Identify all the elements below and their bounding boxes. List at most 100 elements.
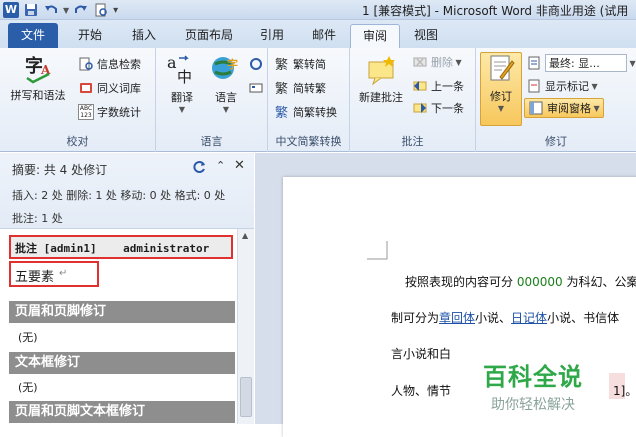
svg-text:中: 中 xyxy=(177,68,192,86)
print-preview-icon[interactable] xyxy=(93,2,109,18)
doc-line-3: 言小说和白 xyxy=(391,347,452,361)
display-for-review-dropdown[interactable]: 最终: 显... ▼ xyxy=(526,54,636,72)
thesaurus-button[interactable]: 同义词库 xyxy=(78,80,141,96)
tab-references[interactable]: 引用 xyxy=(250,24,294,48)
scroll-thumb[interactable] xyxy=(240,377,252,417)
refresh-icon[interactable] xyxy=(193,160,207,174)
group-tracking: 修订 ▼ 最终: 显... ▼ 显示标记 ▼ 审阅窗格 ▼ 修订 xyxy=(476,48,636,152)
research-label: 信息检索 xyxy=(97,58,141,71)
tab-mailings[interactable]: 邮件 xyxy=(302,24,346,48)
new-comment-label: 新建批注 xyxy=(359,91,403,104)
revision-summary: 摘要: 共 4 处修订 xyxy=(12,163,108,177)
group-label-proofing: 校对 xyxy=(66,135,89,148)
tab-view[interactable]: 视图 xyxy=(404,24,448,48)
doc-line-4-ref: 1] xyxy=(613,384,626,398)
display-review-value: 最终: 显... xyxy=(545,54,627,72)
translate-label: 翻译 xyxy=(171,91,193,104)
svg-text:字: 字 xyxy=(227,57,238,71)
group-label-chinese: 中文简繁转换 xyxy=(275,135,342,148)
reviewing-pane-button[interactable]: 审阅窗格 ▼ xyxy=(524,98,604,118)
chinese-conversion-button[interactable]: 繁 简繁转换 xyxy=(274,104,337,120)
language-extra-button-2[interactable] xyxy=(248,80,267,96)
quick-access-toolbar: W ▼ ▾ xyxy=(3,2,118,18)
title-bar: W ▼ ▾ 1 [兼容模式] - Microsoft Word 非商业用途 (试… xyxy=(0,0,636,20)
doc-line-5-partial xyxy=(391,429,511,437)
redo-icon[interactable] xyxy=(73,2,89,18)
svg-text:繁: 繁 xyxy=(275,57,288,72)
group-label-tracking: 修订 xyxy=(545,135,567,148)
doc-line-2-text-b: 章回体 xyxy=(439,311,476,325)
group-proofing: 字 A 拼写和语法 信息检索 同义词库 ABC 123 字数统计 校对 xyxy=(0,48,156,152)
doc-line-2-text-d: 日记体 xyxy=(511,311,548,325)
spelling-grammar-button[interactable]: 字 A 拼写和语法 xyxy=(6,52,70,103)
doc-line-4-mark: 。 xyxy=(625,384,636,398)
svg-text:繁: 繁 xyxy=(275,105,288,120)
show-markup-label: 显示标记 xyxy=(545,80,589,93)
document-page[interactable]: 按照表现的内容可分 000000 为科幻、公案 制可分为章回体小说、日记体小说、… xyxy=(283,177,636,437)
translate-button[interactable]: a 中 翻译 ▼ xyxy=(160,52,204,114)
track-changes-dropdown-icon: ▼ xyxy=(497,104,505,113)
tab-insert[interactable]: 插入 xyxy=(122,24,166,48)
undo-icon[interactable] xyxy=(43,2,59,18)
tab-review[interactable]: 审阅 xyxy=(350,24,400,48)
track-changes-label: 修订 xyxy=(490,90,512,103)
comment-text: 五要素 xyxy=(15,270,55,285)
save-icon[interactable] xyxy=(23,2,39,18)
tab-home[interactable]: 开始 xyxy=(68,24,112,48)
delete-comment-button[interactable]: 删除 ▼ xyxy=(412,54,462,70)
undo-dropdown-icon[interactable]: ▼ xyxy=(63,6,69,15)
tab-file[interactable]: 文件 xyxy=(8,23,58,48)
ime-icon xyxy=(249,83,263,93)
svg-text:a: a xyxy=(167,53,177,72)
collapse-icon[interactable]: ⌃ xyxy=(216,159,225,172)
margin-corner-mark xyxy=(367,241,388,260)
comment-entry-header[interactable]: 批注 [admin1] administrator xyxy=(9,235,233,259)
spelling-grammar-label: 拼写和语法 xyxy=(10,89,66,102)
scroll-up-icon[interactable]: ▲ xyxy=(242,231,248,240)
pane-scrollbar[interactable]: ▲ xyxy=(237,229,254,424)
convert-label: 简繁转换 xyxy=(293,106,337,119)
group-language: a 中 翻译 ▼ 字 语言 ▼ 语言 xyxy=(156,48,268,152)
word-icon[interactable]: W xyxy=(3,2,19,18)
doc-inserted-text: 000000 xyxy=(516,275,563,289)
show-markup-dropdown-icon: ▼ xyxy=(589,81,598,91)
traditional-to-simplified-button[interactable]: 繁 繁转简 xyxy=(274,56,326,72)
group-label-language: 语言 xyxy=(200,135,223,148)
doc-line-2-text-a: 制可分为 xyxy=(391,311,440,325)
window-title: 1 [兼容模式] - Microsoft Word 非商业用途 (试用 xyxy=(362,4,629,18)
previous-comment-label: 上一条 xyxy=(431,80,464,93)
doc-line-1-text-c: 为科幻、公案 xyxy=(566,275,636,289)
previous-comment-button[interactable]: 上一条 xyxy=(412,78,464,94)
tab-page-layout[interactable]: 页面布局 xyxy=(176,24,242,48)
close-pane-icon[interactable]: ✕ xyxy=(234,158,245,173)
revision-stats: 插入: 2 处 删除: 1 处 移动: 0 处 格式: 0 处 xyxy=(12,189,226,202)
show-markup-button[interactable]: 显示标记 ▼ xyxy=(526,78,598,94)
new-comment-button[interactable]: 新建批注 xyxy=(354,54,408,105)
language-settings-icon xyxy=(250,58,262,70)
next-comment-button[interactable]: 下一条 xyxy=(412,100,464,116)
simplified-to-traditional-button[interactable]: 繁 简转繁 xyxy=(274,80,326,96)
section-header-footer-value: (无) xyxy=(18,331,38,344)
comment-text-box[interactable]: 五要素 ↵ xyxy=(9,261,99,287)
section-header-footer-textbox-revisions: 页眉和页脚文本框修订 xyxy=(9,401,235,423)
reviewing-pane-label: 审阅窗格 xyxy=(547,102,591,115)
research-button[interactable]: 信息检索 xyxy=(78,56,141,72)
group-label-comments: 批注 xyxy=(401,135,424,148)
track-changes-icon xyxy=(490,55,515,81)
reviewing-pane: 摘要: 共 4 处修订 ⌃ ✕ 插入: 2 处 删除: 1 处 移动: 0 处 … xyxy=(0,153,254,424)
word-count-button[interactable]: ABC 123 字数统计 xyxy=(78,104,141,120)
t2s-label: 繁转简 xyxy=(293,58,326,71)
reviewing-pane-dropdown-icon: ▼ xyxy=(591,103,600,113)
delete-comment-label: 删除 xyxy=(431,56,453,69)
display-review-icon xyxy=(528,56,540,70)
group-chinese-conversion: 繁 繁转简 繁 简转繁 繁 简繁转换 中文简繁转换 xyxy=(268,48,350,152)
language-button[interactable]: 字 语言 ▼ xyxy=(204,52,248,114)
language-dropdown-icon: ▼ xyxy=(222,105,230,114)
track-changes-button[interactable]: 修订 ▼ xyxy=(480,52,522,126)
language-extra-button-1[interactable] xyxy=(248,56,267,72)
section-textbox-value: (无) xyxy=(18,381,38,394)
customize-icon[interactable]: ▾ xyxy=(113,5,118,16)
watermark-title: 百科全说 xyxy=(483,363,583,391)
watermark: 百科全说 助你轻松解决 xyxy=(471,357,595,414)
language-icon: 字 xyxy=(212,57,238,79)
